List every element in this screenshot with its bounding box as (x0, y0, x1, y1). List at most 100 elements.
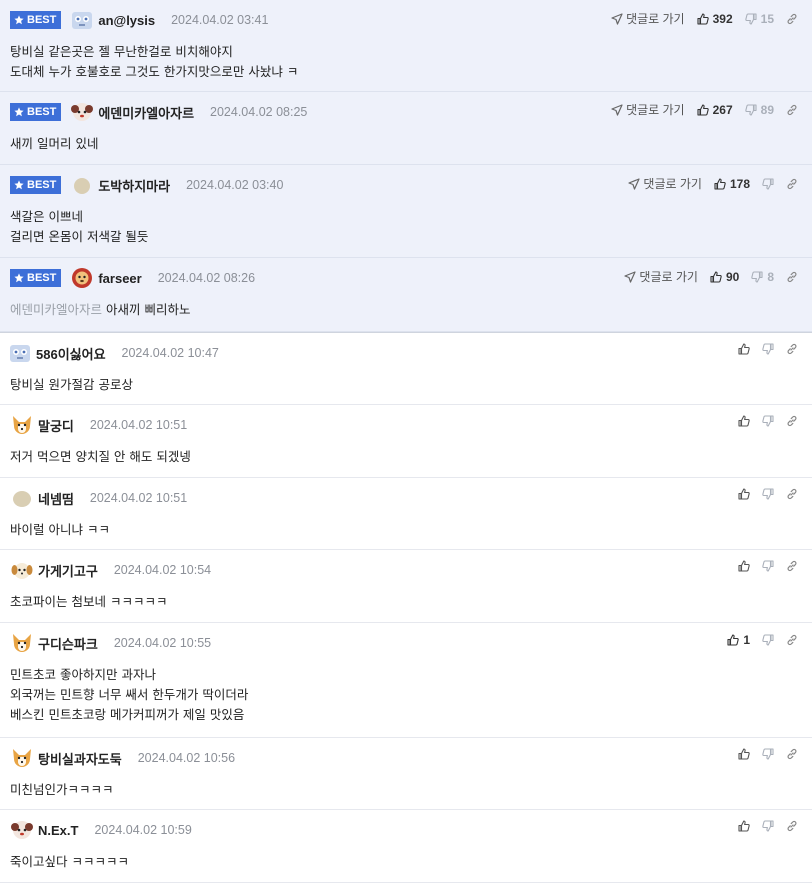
downvote-button[interactable] (762, 748, 774, 760)
upvote-button[interactable]: 392 (697, 12, 733, 26)
upvote-button[interactable] (738, 560, 750, 572)
comment-body: 민트초코 좋아하지만 과자나 외국꺼는 민트향 너무 쌔서 한두개가 딱이더라 … (10, 667, 249, 722)
best-badge: BEST (10, 269, 62, 287)
avatar[interactable] (10, 747, 34, 769)
avatar[interactable] (70, 267, 94, 289)
downvote-button[interactable] (762, 177, 774, 190)
reply-link[interactable]: 댓글로 가기 (611, 10, 685, 27)
nickname[interactable]: 가게기고구 (38, 561, 98, 580)
robot-dog-avatar-icon (72, 12, 93, 29)
avatar[interactable] (8, 342, 32, 364)
comment: 구디슨파크 2024.04.02 10:55 1 민트초코 좋아하지만 과자나 … (0, 623, 812, 738)
nickname[interactable]: 네넴띰 (38, 489, 74, 508)
timestamp: 2024.04.02 10:51 (89, 418, 188, 432)
copy-link-button[interactable] (786, 178, 798, 190)
downvote-button[interactable] (762, 488, 774, 500)
nickname[interactable]: farseer (98, 271, 141, 286)
star-icon (14, 15, 24, 25)
upvote-button[interactable] (738, 748, 750, 760)
downvote-button[interactable] (762, 634, 774, 646)
comment-body: 미친넘인가ㅋㅋㅋㅋ (10, 782, 114, 797)
copy-link-button[interactable] (786, 13, 798, 25)
upvote-button[interactable]: 178 (714, 177, 750, 191)
downvote-button[interactable] (762, 343, 774, 355)
avatar[interactable] (10, 414, 34, 436)
timestamp: 2024.04.02 10:55 (113, 636, 212, 650)
thumbs-down-icon (762, 560, 774, 572)
corgi-avatar-icon (13, 749, 31, 767)
comment-body: 초코파이는 첨보네 ㅋㅋㅋㅋㅋ (10, 594, 168, 609)
downvote-button[interactable]: 89 (744, 103, 774, 117)
upvote-count: 178 (729, 176, 750, 191)
avatar[interactable] (10, 819, 34, 841)
link-icon (787, 178, 797, 189)
copy-link-button[interactable] (786, 343, 798, 355)
comment-best: BEST 에덴미카엘아자르 2024.04.02 08:25 댓글로 가기 26… (0, 92, 812, 165)
comment-best: BEST farseer 2024.04.02 08:26 댓글로 가기 90 … (0, 258, 812, 332)
upvote-button[interactable] (738, 488, 750, 500)
nickname[interactable]: 586이싫어요 (36, 344, 106, 363)
best-badge: BEST (10, 103, 62, 121)
star-icon (14, 273, 24, 283)
thumbs-down-icon (744, 103, 757, 116)
star-icon (14, 180, 24, 190)
comment-body: 탕비실 같은곳은 젤 무난한걸로 비치해야지 도대체 누가 호불호로 그것도 한… (10, 44, 299, 79)
upvote-button[interactable] (738, 820, 750, 832)
thumbs-down-icon (762, 415, 774, 427)
timestamp: 2024.04.02 10:54 (113, 563, 212, 577)
send-arrow-icon (611, 12, 623, 25)
nickname[interactable]: 탕비실과자도둑 (38, 749, 122, 768)
copy-link-button[interactable] (786, 488, 798, 500)
comment-best: BEST 도박하지마라 2024.04.02 03:40 댓글로 가기 178 (0, 165, 812, 258)
nickname[interactable]: 도박하지마라 (98, 176, 170, 195)
nickname[interactable]: 에덴미카엘아자르 (98, 103, 194, 122)
upvote-button[interactable]: 267 (697, 103, 733, 117)
timestamp: 2024.04.02 03:40 (186, 178, 284, 192)
mention-link[interactable]: 에덴미카엘아자르 (10, 302, 102, 317)
thumbs-down-icon (751, 270, 763, 283)
star-icon (14, 107, 24, 117)
avatar[interactable] (10, 487, 34, 509)
copy-link-button[interactable] (786, 560, 798, 572)
comment: 탕비실과자도둑 2024.04.02 10:56 미친넘인가ㅋㅋㅋㅋ (0, 738, 812, 810)
nickname[interactable]: 구디슨파크 (38, 634, 98, 653)
blob-avatar-icon (74, 178, 91, 194)
nickname[interactable]: N.Ex.T (38, 823, 78, 838)
link-icon (787, 820, 797, 832)
reply-link[interactable]: 댓글로 가기 (624, 268, 698, 285)
link-icon (787, 343, 797, 355)
thumbs-up-icon (714, 177, 726, 190)
reply-link[interactable]: 댓글로 가기 (611, 101, 685, 118)
copy-link-button[interactable] (786, 415, 798, 427)
upvote-button[interactable]: 90 (710, 270, 739, 284)
avatar[interactable] (70, 9, 94, 31)
nickname[interactable]: an@lysis (98, 13, 155, 28)
downvote-button[interactable]: 8 (751, 270, 774, 284)
avatar[interactable] (10, 632, 34, 654)
comment-best: BEST an@lysis 2024.04.02 03:41 댓글로 가기 39… (0, 0, 812, 92)
reply-link[interactable]: 댓글로 가기 (628, 175, 702, 192)
upvote-button[interactable] (738, 415, 750, 427)
copy-link-button[interactable] (786, 634, 798, 646)
link-icon (787, 560, 797, 572)
upvote-button[interactable]: 1 (727, 633, 750, 647)
downvote-button[interactable]: 15 (744, 12, 774, 26)
thumbs-up-icon (738, 415, 750, 427)
copy-link-button[interactable] (786, 271, 798, 283)
timestamp: 2024.04.02 10:59 (94, 823, 192, 837)
downvote-button[interactable] (762, 820, 774, 832)
copy-link-button[interactable] (786, 820, 798, 832)
avatar[interactable] (70, 101, 94, 123)
avatar[interactable] (10, 559, 34, 581)
copy-link-button[interactable] (786, 748, 798, 760)
comment-list: BEST an@lysis 2024.04.02 03:41 댓글로 가기 39… (0, 0, 812, 883)
downvote-button[interactable] (762, 560, 774, 572)
nickname[interactable]: 말궁디 (38, 416, 74, 435)
downvote-button[interactable] (762, 415, 774, 427)
corgi-avatar-icon (13, 416, 31, 434)
upvote-button[interactable] (738, 343, 750, 355)
copy-link-button[interactable] (786, 104, 798, 116)
timestamp: 2024.04.02 10:47 (121, 346, 219, 360)
avatar[interactable] (70, 174, 94, 196)
comment-body: 새끼 일머리 있네 (10, 136, 99, 151)
